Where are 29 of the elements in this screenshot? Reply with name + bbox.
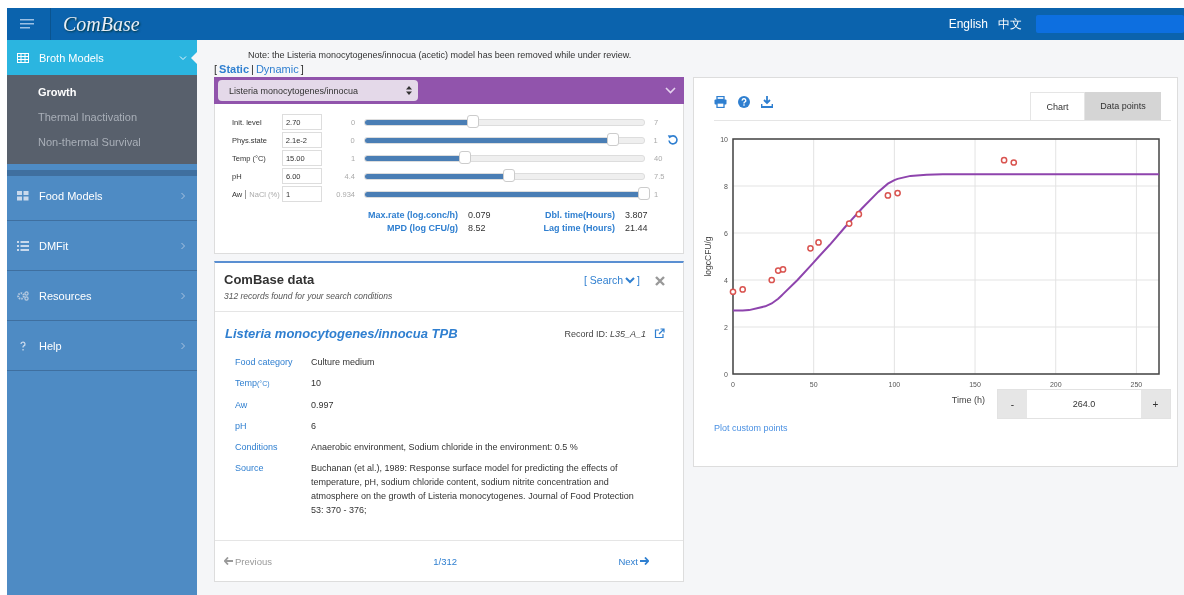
field-value: Culture medium <box>311 356 376 369</box>
result-value: 21.44 <box>625 223 649 233</box>
field-value: Anaerobic environment, Sodium chloride in the environment: 0.5 % <box>311 441 579 454</box>
result-label: Lag time (Hours) <box>542 223 616 233</box>
result-value: 3.807 <box>625 210 649 220</box>
field-value: Buchanan (et al.), 1989: Response surface model for predicting the effects of temperature, pH, sodium chloride content, sodium nitrite concentration and atmosphere on the growth of Listeria monocytogenes. Journal of Food Protection 53: 370 - 376; <box>311 462 635 517</box>
bracket-text: [ <box>214 63 218 75</box>
note-text: Note: the Listeria monocytogenes/innocua (acetic) model has been removed while under review. <box>247 50 633 60</box>
result-value: 8.52 <box>468 223 487 233</box>
field-value: 10 <box>311 377 322 390</box>
field-label: Aw <box>235 399 249 412</box>
y-axis-label: logcCFU/g <box>703 236 713 277</box>
field-label: Source <box>235 462 265 475</box>
field-label: Conditions <box>235 441 279 454</box>
bracket-text: ] <box>300 63 304 75</box>
field-value: 6 <box>311 420 317 433</box>
card-subtitle: 312 records found for your search conditions <box>224 291 394 301</box>
field-value: 0.997 <box>311 399 335 412</box>
result-label: Dbl. time(Hours) <box>544 210 616 220</box>
page-count: 1/312 <box>433 555 458 567</box>
result-label: MPD (log CFU/g) <box>386 223 459 233</box>
field-label: Food category <box>235 356 294 369</box>
record-id: Record ID: L35_A_1 <box>564 328 646 339</box>
result-label: Max.rate (log.conc/h) <box>367 210 459 220</box>
result-value: 0.079 <box>468 210 492 220</box>
x-axis-label: Time (h) <box>951 394 985 405</box>
separator-text: | <box>251 63 254 75</box>
field-label: pH <box>235 420 248 433</box>
card-title: ComBase data <box>224 272 316 287</box>
